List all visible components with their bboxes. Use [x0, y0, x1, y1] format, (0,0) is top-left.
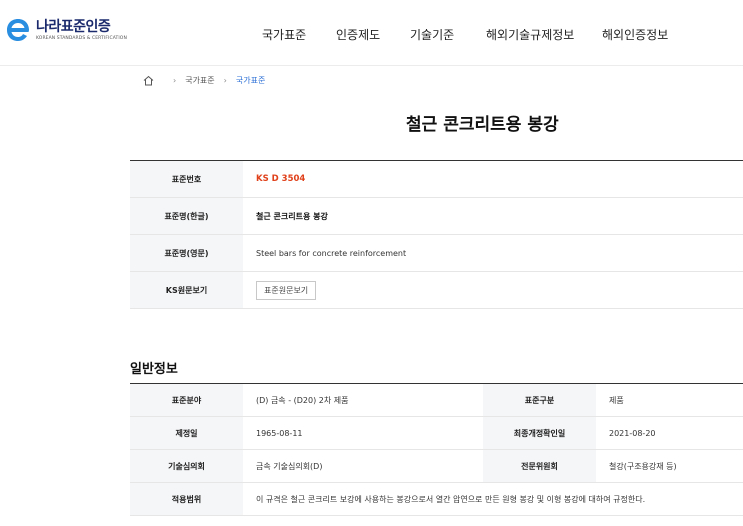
- row-label: 표준구분: [483, 383, 596, 417]
- standard-name-korean: 철근 콘크리트용 봉강: [256, 211, 328, 221]
- table-row: 제정일 1965-08-11 최종개정확인일 2021-08-20: [130, 416, 743, 450]
- row-value: 2021-08-20: [596, 416, 743, 450]
- page-title: 철근 콘크리트용 봉강: [406, 115, 559, 135]
- standard-info-table: 표준번호 KS D 3504 표준명(한글) 철근 콘크리트용 봉강 표준명(영…: [130, 160, 743, 309]
- row-value: 철강(구조용강재 등): [596, 449, 743, 483]
- general-info-table: 표준분야 (D) 금속 - (D20) 2차 제품 표준구분 제품 제정일 19…: [130, 383, 743, 516]
- table-row: 표준명(한글) 철근 콘크리트용 봉강: [130, 197, 743, 235]
- row-label: 최종개정확인일: [483, 416, 596, 450]
- row-label: 표준번호: [130, 160, 243, 198]
- row-label: 표준명(영문): [130, 234, 243, 272]
- section-title: 일반정보: [130, 362, 178, 377]
- breadcrumb-current[interactable]: 국가표준: [236, 75, 265, 86]
- row-value: 금속 기술심의회(D): [243, 449, 483, 483]
- nav-item-technical-standards[interactable]: 기술기준: [410, 26, 454, 43]
- scope-value: 이 규격은 철근 콘크리트 보강에 사용하는 봉강으로서 열간 압연으로 만든 …: [243, 482, 743, 516]
- standard-name-english: Steel bars for concrete reinforcement: [243, 234, 743, 272]
- home-icon[interactable]: [143, 75, 154, 86]
- breadcrumb: › 국가표준 › 국가표준: [143, 75, 265, 86]
- row-label: 전문위원회: [483, 449, 596, 483]
- chevron-right-icon: ›: [223, 76, 227, 85]
- breadcrumb-item[interactable]: 국가표준: [185, 75, 214, 86]
- row-label: 표준분야: [130, 383, 243, 417]
- table-row: 기술심의회 금속 기술심의회(D) 전문위원회 철강(구조용강재 등): [130, 449, 743, 483]
- nav-item-national-standards[interactable]: 국가표준: [262, 26, 306, 43]
- nav-item-certification[interactable]: 인증제도: [336, 26, 380, 43]
- nav-item-foreign-certification[interactable]: 해외인증정보: [602, 26, 668, 43]
- row-label: 적용범위: [130, 482, 243, 516]
- table-row: 표준분야 (D) 금속 - (D20) 2차 제품 표준구분 제품: [130, 383, 743, 417]
- row-label: 표준명(한글): [130, 197, 243, 235]
- table-row: 적용범위 이 규격은 철근 콘크리트 보강에 사용하는 봉강으로서 열간 압연으…: [130, 482, 743, 516]
- table-row: 표준번호 KS D 3504: [130, 160, 743, 198]
- site-header: 나라표준인증 KOREAN STANDARDS & CERTIFICATION …: [0, 0, 743, 66]
- chevron-right-icon: ›: [173, 76, 177, 85]
- row-value: (D) 금속 - (D20) 2차 제품: [243, 383, 483, 417]
- nav-item-foreign-regulations[interactable]: 해외기술규제정보: [486, 26, 574, 43]
- standard-number: KS D 3504: [256, 174, 306, 184]
- row-label: KS원문보기: [130, 271, 243, 309]
- row-label: 제정일: [130, 416, 243, 450]
- main-nav: 국가표준 인증제도 기술기준 해외기술규제정보 해외인증정보: [0, 26, 743, 46]
- view-original-button[interactable]: 표준원문보기: [256, 280, 317, 300]
- row-value: 제품: [596, 383, 743, 417]
- table-row: KS원문보기 표준원문보기: [130, 271, 743, 309]
- table-row: 표준명(영문) Steel bars for concrete reinforc…: [130, 234, 743, 272]
- row-label: 기술심의회: [130, 449, 243, 483]
- row-value: 1965-08-11: [243, 416, 483, 450]
